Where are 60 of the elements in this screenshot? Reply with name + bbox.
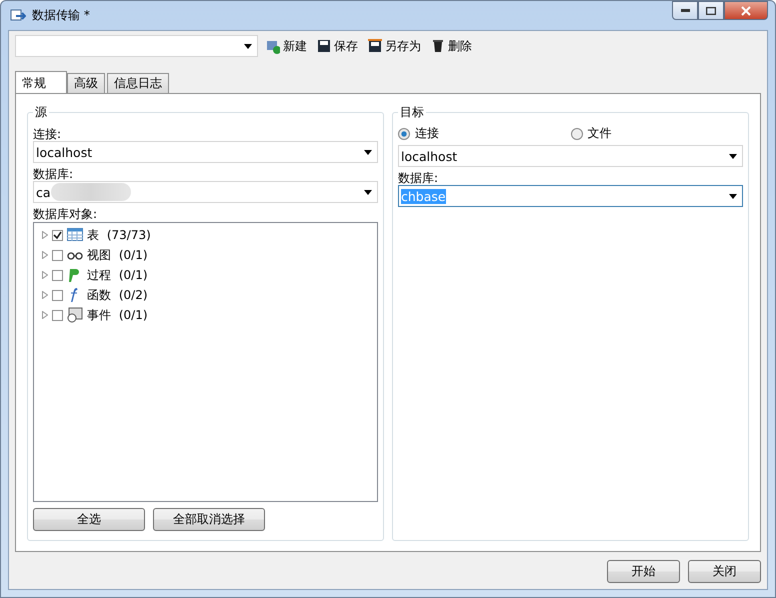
toolbar-button[interactable]: 保存 [315, 38, 360, 54]
toolbar-button[interactable]: 删除 [429, 38, 474, 54]
field-label: 数据库对象: [33, 207, 98, 221]
maximize-button[interactable] [698, 1, 724, 20]
radio-icon[interactable] [570, 128, 582, 140]
minimize-icon [680, 9, 690, 12]
close-button[interactable] [724, 1, 768, 20]
item-count: (0/1) [118, 308, 148, 322]
tab[interactable]: 高级 [67, 73, 105, 94]
tree-item[interactable]: 过程 [87, 266, 111, 284]
connection-dropdown[interactable]: localhost [398, 145, 743, 167]
radio-icon[interactable] [398, 128, 410, 140]
maximize-icon [706, 6, 716, 14]
group-title: 目标 [398, 104, 426, 121]
calendar-clock-icon [67, 307, 83, 323]
tab[interactable]: 信息日志 [107, 73, 169, 94]
connection-dropdown[interactable]: localhost [33, 141, 378, 163]
item-count: (73/73) [106, 228, 151, 242]
minimize-button[interactable] [672, 1, 698, 20]
tree-item[interactable]: 函数 [87, 286, 111, 304]
new-document-icon [266, 38, 280, 54]
dropdown-arrow-icon [729, 154, 737, 158]
item-count: (0/1) [118, 268, 148, 282]
tree-item[interactable]: 表 [87, 226, 99, 244]
expand-arrow-icon[interactable] [42, 231, 48, 239]
trash-icon [431, 38, 445, 54]
radio-option[interactable]: 连接 [398, 125, 570, 142]
field-label: 连接: [33, 127, 62, 141]
dropdown-arrow-icon [364, 190, 372, 194]
tab[interactable]: 常规 [15, 71, 67, 94]
expand-arrow-icon[interactable] [42, 311, 48, 319]
checkbox[interactable] [52, 270, 63, 280]
dropdown-arrow-icon [729, 194, 737, 198]
dropdown-arrow-icon [244, 44, 252, 48]
toolbar-button[interactable]: 新建 [264, 38, 309, 54]
app-icon [10, 8, 26, 24]
database-dropdown[interactable]: ca [33, 181, 378, 203]
close-button[interactable]: 关闭 [688, 560, 761, 583]
select-all-button[interactable]: 全选 [33, 508, 145, 531]
expand-arrow-icon[interactable] [42, 251, 48, 259]
field-label: 数据库: [398, 171, 440, 185]
start-button[interactable]: 开始 [607, 560, 680, 583]
toolbar-button[interactable]: 另存为 [366, 38, 423, 54]
checkbox[interactable] [52, 290, 63, 300]
expand-arrow-icon[interactable] [42, 271, 48, 279]
item-count: (0/1) [118, 248, 148, 262]
close-icon [741, 6, 751, 16]
radio-option[interactable]: 文件 [570, 125, 743, 142]
checkbox[interactable] [52, 230, 63, 240]
dropdown-arrow-icon [364, 150, 372, 154]
expand-arrow-icon[interactable] [42, 291, 48, 299]
checkbox[interactable] [52, 250, 63, 260]
window-title: 数据传输 * [32, 7, 91, 24]
deselect-all-button[interactable]: 全部取消选择 [153, 508, 265, 531]
table-icon [67, 227, 83, 243]
tree-item[interactable]: 视图 [87, 246, 111, 264]
tree-item[interactable]: 事件 [87, 306, 111, 324]
item-count: (0/2) [118, 288, 148, 302]
field-label: 数据库: [33, 167, 74, 181]
checkbox[interactable] [52, 310, 63, 320]
